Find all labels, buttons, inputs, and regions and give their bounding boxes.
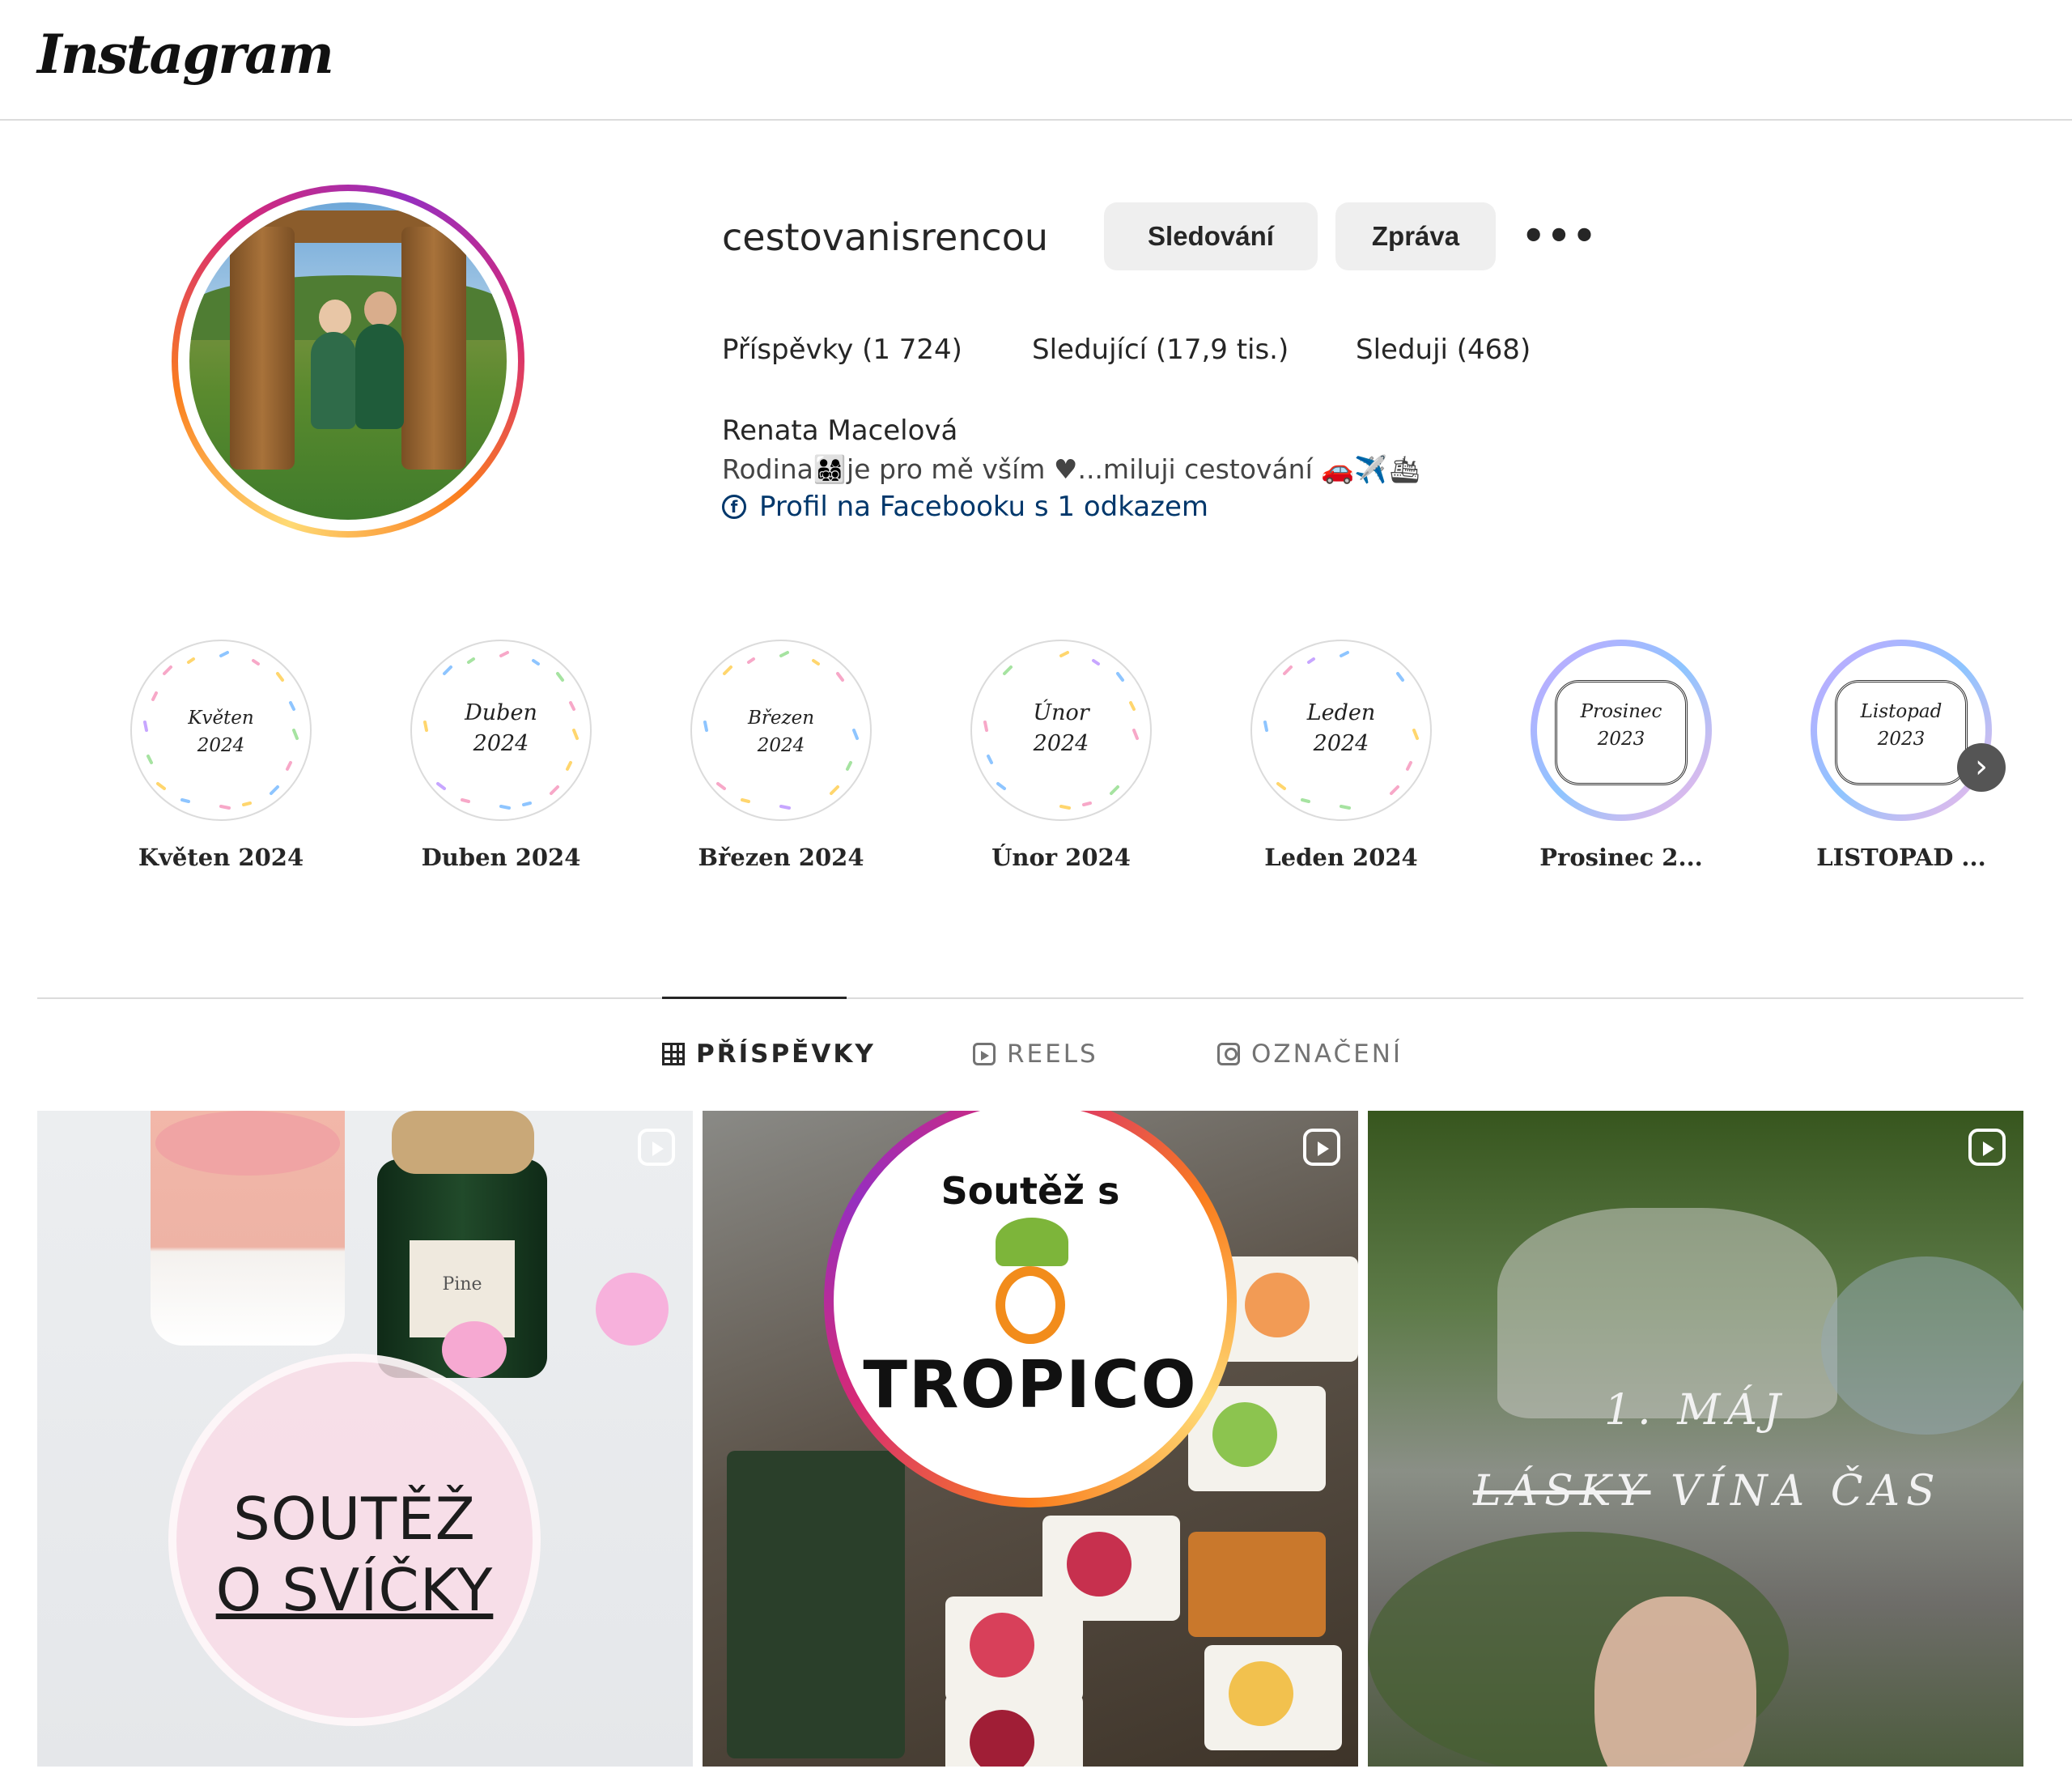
highlight-cover: Leden 2024	[1250, 640, 1432, 821]
highlight-label: Duben 2024	[421, 844, 581, 871]
highlight-item[interactable]: Březen 2024 Březen 2024	[688, 640, 874, 871]
highlight-label: Leden 2024	[1264, 844, 1418, 871]
grid-icon	[662, 1043, 685, 1065]
tab-posts[interactable]: PŘÍSPĚVKY	[662, 1040, 876, 1069]
active-tab-indicator	[662, 997, 847, 999]
top-bar: Instagram	[0, 0, 2072, 121]
tab-reels[interactable]: REELS	[973, 1040, 1098, 1069]
highlight-item[interactable]: Květen 2024 Květen 2024	[128, 640, 314, 871]
highlight-label: Březen 2024	[698, 844, 864, 871]
facebook-icon: f	[722, 495, 746, 519]
profile-bio: Rodina👨‍👩‍👧‍👦je pro mě vším ♥...miluji c…	[722, 453, 1422, 485]
highlight-cover: Prosinec 2023	[1531, 640, 1712, 821]
facebook-profile-link[interactable]: f Profil na Facebooku s 1 odkazem	[722, 491, 1208, 523]
tagged-icon	[1217, 1043, 1240, 1065]
highlight-cover: Únor 2024	[970, 640, 1152, 821]
highlight-label: Prosinec 2...	[1539, 844, 1703, 871]
highlight-item[interactable]: Únor 2024 Únor 2024	[968, 640, 1154, 871]
profile-full-name: Renata Macelová	[722, 415, 958, 447]
more-options-icon[interactable]: •••	[1522, 215, 1596, 256]
reels-icon	[973, 1043, 996, 1065]
reel-icon	[638, 1129, 675, 1166]
post-thumbnail[interactable]: 1. MÁJ LÁSKY VÍNA ČAS	[1368, 1111, 2023, 1767]
message-button[interactable]: Zpráva	[1335, 202, 1496, 270]
post-thumbnail[interactable]: Pine SOUTĚŽ O SVÍČKY	[37, 1111, 693, 1767]
chevron-right-icon[interactable]: ›	[1957, 743, 2006, 792]
post-caption-line2: LÁSKY VÍNA ČAS	[1473, 1467, 1942, 1516]
followers-count[interactable]: Sledující (17,9 tis.)	[1032, 334, 1289, 366]
instagram-logo[interactable]: Instagram	[37, 23, 334, 86]
highlight-label: Únor 2024	[991, 844, 1131, 871]
reel-icon	[1303, 1129, 1340, 1166]
highlight-label: LISTOPAD ...	[1816, 844, 1986, 871]
profile-avatar[interactable]	[172, 185, 524, 538]
tab-tagged[interactable]: OZNAČENÍ	[1217, 1040, 1403, 1069]
avatar-photo	[189, 202, 507, 520]
highlight-cover: Květen 2024	[130, 640, 312, 821]
highlight-cover: Listopad 2023	[1811, 640, 1992, 821]
following-button[interactable]: Sledování	[1104, 202, 1318, 270]
profile-username: cestovanisrencou	[722, 215, 1048, 259]
highlight-item[interactable]: Leden 2024 Leden 2024	[1248, 640, 1434, 871]
highlight-cover: Březen 2024	[690, 640, 872, 821]
post-thumbnail[interactable]: Soutěž s TROPICO	[703, 1111, 1358, 1767]
post-caption-line1: 1. MÁJ	[1604, 1386, 1787, 1435]
tabs-divider	[37, 997, 2023, 999]
facebook-link-label: Profil na Facebooku s 1 odkazem	[759, 491, 1209, 523]
highlight-cover: Duben 2024	[410, 640, 592, 821]
highlight-item[interactable]: Prosinec 2023 Prosinec 2...	[1528, 640, 1714, 871]
following-count[interactable]: Sleduji (468)	[1356, 334, 1531, 366]
reel-icon	[1968, 1129, 2006, 1166]
highlight-label: Květen 2024	[138, 844, 304, 871]
highlight-item[interactable]: Duben 2024 Duben 2024	[408, 640, 594, 871]
contest-badge: Soutěž s TROPICO	[824, 1111, 1237, 1507]
posts-count: Příspěvky (1 724)	[722, 334, 962, 366]
